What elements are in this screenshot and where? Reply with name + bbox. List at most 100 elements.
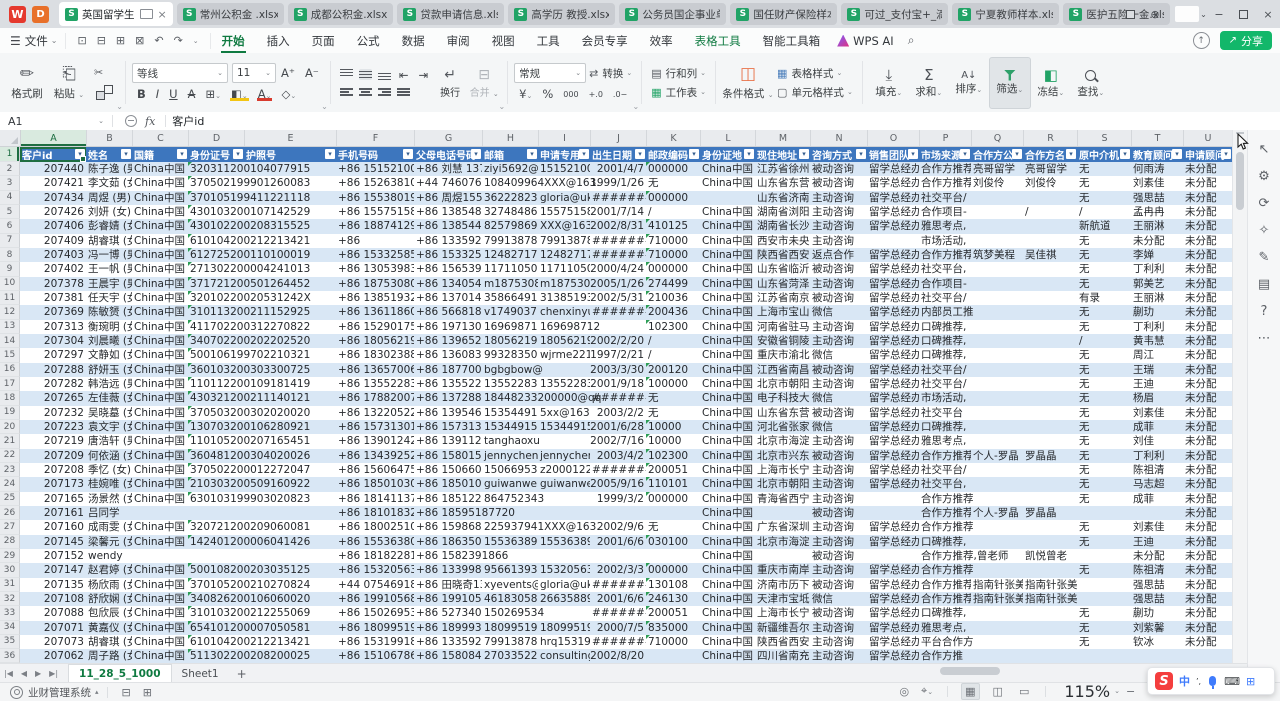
cell-J28[interactable]: 2001/6/6 [590,535,646,549]
cell-S20[interactable]: 无 [1077,420,1131,434]
cell-R32[interactable]: 指南针张美 [1023,592,1077,606]
cell-Q11[interactable] [971,291,1023,305]
cell-F28[interactable]: +86 15536380 [336,535,414,549]
view-layout-icon[interactable]: ◫ [990,684,1006,699]
cell-K4[interactable]: 000000 [646,191,700,205]
cell-L16[interactable]: China中国 [700,363,755,377]
search-icon[interactable]: ⌕ [908,33,915,48]
cell-R34[interactable] [1023,621,1077,635]
cell-B12[interactable]: 陈敏赟 (女 [86,305,132,319]
cell-S21[interactable]: 无 [1077,434,1131,448]
cell-U2[interactable]: 未分配 [1183,162,1232,176]
row-number[interactable]: 29 [0,549,20,563]
cell-D10[interactable]: 371721200501264452 [188,277,244,291]
column-header-C[interactable]: C [133,130,189,146]
cell-G14[interactable]: +86 1396522100 [414,334,482,348]
cell-L15[interactable]: China中国 [700,348,755,362]
cell-D30[interactable]: 500108200203035125 [188,563,244,577]
cell-U11[interactable]: 未分配 [1183,291,1232,305]
cell-N2[interactable]: 被动咨询 [810,162,867,176]
cell-S12[interactable]: 无 [1077,305,1131,319]
row-number[interactable]: 1 [0,147,20,162]
cell-C15[interactable]: China中国 [132,348,188,362]
cell-B3[interactable]: 李文茹 (女 [86,176,132,190]
cell-A33[interactable]: 207088 [20,606,86,620]
row-number[interactable]: 6 [0,219,20,233]
cell-J11[interactable]: 2002/5/31 [590,291,646,305]
cell-H31[interactable]: xyevents@ [482,578,538,592]
filter-dropdown-icon[interactable]: ▾ [471,149,481,159]
header-cell-S1[interactable]: 原中介机▾ [1077,147,1131,162]
cell-C18[interactable]: China中国 [132,391,188,405]
first-sheet-icon[interactable]: |◀ [4,669,13,678]
cell-N19[interactable]: 被动咨询 [810,406,867,420]
header-cell-I1[interactable]: 申请专用▾ [538,147,590,162]
cell-Q36[interactable] [971,649,1023,663]
cell-R4[interactable] [1023,191,1077,205]
cell-T25[interactable]: 成菲 [1131,492,1183,506]
cell-B30[interactable]: 赵君婷 (女 [86,563,132,577]
filter-dropdown-icon[interactable]: ▾ [325,149,335,159]
cell-P16[interactable]: 社交平台/ [919,363,971,377]
cell-O13[interactable]: 留学总经办 [867,320,919,334]
cell-R3[interactable]: 刘俊伶 [1023,176,1077,190]
cell-H12[interactable]: v1749037 [482,305,538,319]
cell-O3[interactable]: 留学总经办 [867,176,919,190]
cell-I6[interactable]: XXX@163.c [538,219,590,233]
cell-P15[interactable]: 口碑推荐, [919,348,971,362]
eye-protect-icon[interactable]: ◎ [899,685,909,698]
cell-P10[interactable]: 合作项目- [919,277,971,291]
cell-F25[interactable]: +86 18141137 [336,492,414,506]
cell-G33[interactable]: +86 52734062 [414,606,482,620]
cell-C7[interactable]: China中国 [132,234,188,248]
cell-H27[interactable]: 225937941XXX@163. [482,520,538,534]
cell-R22[interactable]: 罗晶晶 [1023,449,1077,463]
cell-I26[interactable] [538,506,590,520]
column-header-U[interactable]: U [1184,130,1232,146]
cell-M20[interactable]: 河北省张家 [755,420,810,434]
cell-U21[interactable]: 未分配 [1183,434,1232,448]
cell-S11[interactable]: 有录 [1077,291,1131,305]
cell-H30[interactable]: 956613934 [482,563,538,577]
save-icon[interactable]: ⊡ [77,34,86,47]
cell-D17[interactable]: 110112200109181419 [188,377,244,391]
cell-U3[interactable]: 未分配 [1183,176,1232,190]
cell-K28[interactable]: 030100 [646,535,700,549]
cell-H14[interactable]: 180562195 [482,334,538,348]
cell-T20[interactable]: 成菲 [1131,420,1183,434]
cell-S34[interactable]: 无 [1077,621,1131,635]
cell-P32[interactable]: 合作方推荐 [919,592,971,606]
column-header-P[interactable]: P [920,130,972,146]
tab-开始[interactable]: 开始 [211,28,256,53]
horizontal-scroll-thumb[interactable] [940,667,1000,675]
cell-F13[interactable]: +86 15290175 [336,320,414,334]
cell-B15[interactable]: 文静如 (女 [86,348,132,362]
cell-Q8[interactable]: 筑梦美程 [971,248,1023,262]
row-number[interactable]: 34 [0,621,20,635]
cell-L21[interactable]: China中国 [700,434,755,448]
cell-K33[interactable]: 200051 [646,606,700,620]
cell-G35[interactable]: +86 1335925706 [414,635,482,649]
cell-Q6[interactable] [971,219,1023,233]
cell-K2[interactable]: 000000 [646,162,700,176]
cell-M12[interactable]: 上海市宝山 [755,305,810,319]
cell-O18[interactable]: 留学总经办 [867,391,919,405]
cell-Q27[interactable] [971,520,1023,534]
cell-S7[interactable]: 无 [1077,234,1131,248]
row-number[interactable]: 9 [0,262,20,276]
cell-D24[interactable]: 210303200509160922 [188,477,244,491]
cell-J6[interactable]: 2002/8/31 [590,219,646,233]
cell-D14[interactable]: 340702200202202520 [188,334,244,348]
cell-L23[interactable]: China中国 [700,463,755,477]
cell-B11[interactable]: 任天宇 (女 [86,291,132,305]
cell-Q5[interactable] [971,205,1023,219]
cell-O12[interactable]: 留学总经办 [867,305,919,319]
cell-M22[interactable]: 北京市兴东 [755,449,810,463]
cell-D16[interactable]: 360103200303300725 [188,363,244,377]
cell-G18[interactable]: +86 1372884680 [414,391,482,405]
cell-L12[interactable]: China中国 [700,305,755,319]
cell-D33[interactable]: 310103200212255069 [188,606,244,620]
cell-D12[interactable]: 310113200211152925 [188,305,244,319]
cell-D31[interactable]: 370105200210270824 [188,578,244,592]
ime-mic-icon[interactable] [1209,676,1216,686]
